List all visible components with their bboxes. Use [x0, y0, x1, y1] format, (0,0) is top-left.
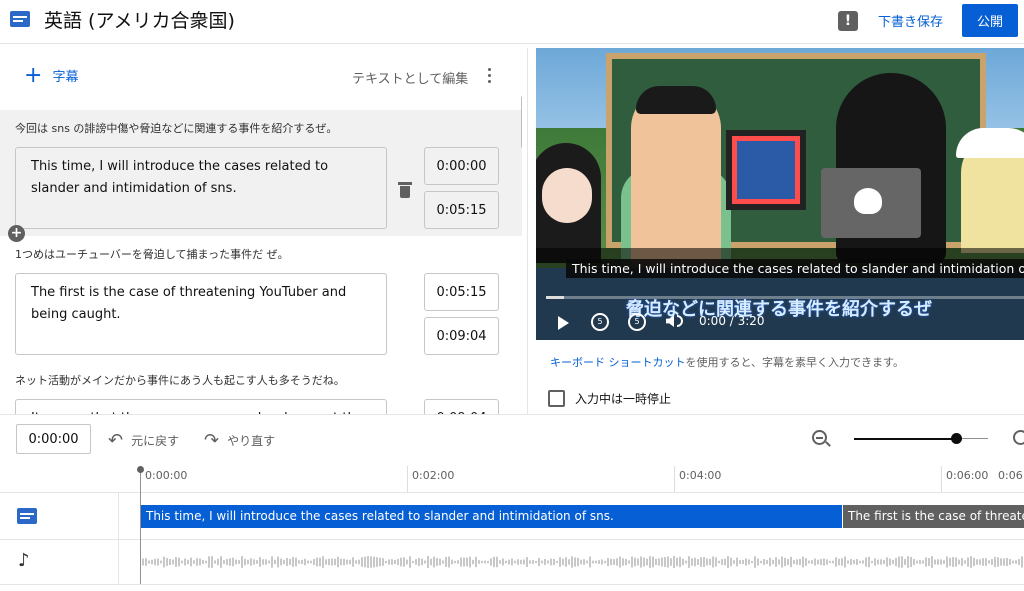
- redo-icon: ↷: [204, 430, 220, 451]
- caption-preview: This time, I will introduce the cases re…: [566, 259, 1024, 278]
- audio-waveform: [142, 556, 1023, 568]
- timeline-caption-segment[interactable]: The first is the case of threatening You…: [843, 505, 1024, 528]
- add-caption-button[interactable]: + 字幕: [24, 62, 79, 88]
- ruler-label: 0:06:: [998, 469, 1024, 482]
- zoom-slider[interactable]: [854, 438, 956, 440]
- pause-while-typing-checkbox[interactable]: [548, 390, 565, 407]
- end-time-field[interactable]: 0:09:04: [424, 317, 499, 355]
- subtitle-track-icon: [17, 508, 37, 524]
- zoom-slider-handle[interactable]: [950, 433, 962, 444]
- zoom-out-icon[interactable]: [812, 430, 827, 445]
- start-time-field[interactable]: 0:00:00: [424, 147, 499, 185]
- source-text: 1つめはユーチューバーを脅迫して捕まった事件だ ぜ。: [15, 248, 289, 261]
- audio-track-icon: ♪: [18, 550, 30, 571]
- timeline-caption-segment[interactable]: This time, I will introduce the cases re…: [141, 505, 842, 528]
- more-options-icon[interactable]: [488, 68, 492, 86]
- undo-icon: ↶: [108, 430, 124, 451]
- keyboard-shortcuts-link[interactable]: キーボード ショートカット: [550, 356, 686, 369]
- ruler-label: 0:06:00: [946, 469, 989, 482]
- seek-bar[interactable]: [546, 296, 1024, 299]
- start-time-field[interactable]: 0:09:04: [424, 399, 499, 414]
- subtitle-editor: + 字幕 テキストとして編集 今回は sns の誹謗中傷や脅迫などに関連する事件…: [0, 48, 522, 414]
- preview-panel: 脅迫などに関連する事件を紹介するぜ This time, I will intr…: [536, 48, 1024, 414]
- playhead[interactable]: [140, 466, 141, 584]
- play-icon[interactable]: [558, 316, 569, 330]
- plus-icon: +: [24, 62, 43, 88]
- report-issue-icon[interactable]: !: [838, 11, 858, 31]
- save-draft-button[interactable]: 下書き保存: [878, 11, 943, 30]
- rewind-icon[interactable]: 5: [591, 313, 609, 331]
- player-controls: 5 5 0:00 / 3:20: [536, 312, 1024, 336]
- timeline-divider: [0, 414, 1024, 415]
- page-title: 英語 (アメリカ合衆国): [44, 10, 235, 32]
- start-time-field[interactable]: 0:05:15: [424, 273, 499, 311]
- delete-icon[interactable]: [398, 182, 412, 198]
- forward-icon[interactable]: 5: [628, 313, 646, 331]
- publish-button[interactable]: 公開: [962, 4, 1018, 37]
- ruler-label: 0:04:00: [679, 469, 722, 482]
- subtitles-icon: [10, 11, 30, 27]
- video-player[interactable]: 脅迫などに関連する事件を紹介するぜ This time, I will intr…: [536, 48, 1024, 340]
- caption-item: 1つめはユーチューバーを脅迫して捕まった事件だ ぜ。 The first is …: [0, 236, 522, 356]
- ruler-label: 0:00:00: [145, 469, 188, 482]
- caption-item: ネット活動がメインだから事件にあう人も起こす人も多そうだね。 It seems …: [0, 362, 522, 414]
- add-caption-label: 字幕: [52, 70, 79, 85]
- end-time-field[interactable]: 0:05:15: [424, 191, 499, 229]
- source-text: 今回は sns の誹謗中傷や脅迫などに関連する事件を紹介するぜ。: [15, 122, 338, 135]
- source-text: ネット活動がメインだから事件にあう人も起こす人も多そうだね。: [15, 374, 345, 387]
- zoom-in-icon[interactable]: [1013, 430, 1024, 445]
- pause-while-typing-label: 入力中は一時停止: [575, 392, 672, 406]
- scrollbar[interactable]: [521, 96, 522, 148]
- playhead-handle[interactable]: [137, 466, 144, 473]
- top-bar: 英語 (アメリカ合衆国) ! 下書き保存 公開: [0, 0, 1024, 44]
- timeline-time-field[interactable]: 0:00:00: [16, 424, 91, 454]
- shortcut-hint: キーボード ショートカットを使用すると、字幕を素早く入力できます。: [550, 356, 904, 369]
- caption-item: 今回は sns の誹謗中傷や脅迫などに関連する事件を紹介するぜ。 This ti…: [0, 110, 522, 236]
- caption-text-field[interactable]: The first is the case of threatening You…: [15, 273, 387, 355]
- caption-text-field[interactable]: It seems that there are many people who …: [15, 399, 387, 414]
- timecode: 0:00 / 3:20: [699, 314, 765, 328]
- caption-text-field[interactable]: This time, I will introduce the cases re…: [15, 147, 387, 229]
- undo-button[interactable]: ↶ 元に戻す: [108, 430, 179, 451]
- redo-button[interactable]: ↷ やり直す: [204, 430, 275, 451]
- panel-divider: [527, 48, 528, 414]
- ruler-label: 0:02:00: [412, 469, 455, 482]
- pause-while-typing[interactable]: 入力中は一時停止: [548, 390, 671, 407]
- volume-icon[interactable]: [666, 315, 674, 327]
- edit-as-text-button[interactable]: テキストとして編集: [352, 68, 468, 87]
